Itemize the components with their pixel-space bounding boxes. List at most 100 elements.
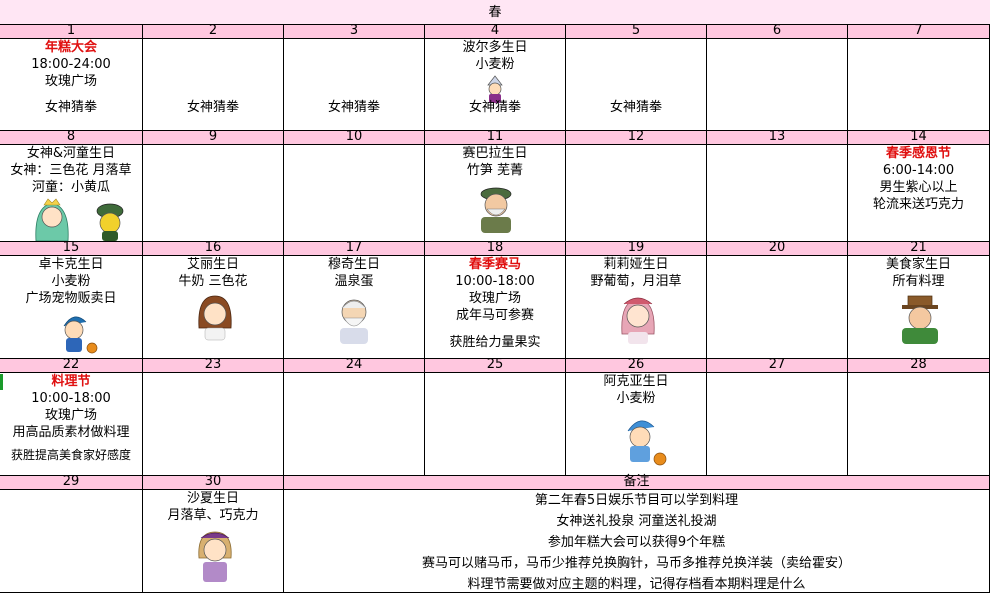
- day-cell-27[interactable]: [707, 373, 848, 476]
- day-number-27: 27: [707, 358, 848, 373]
- akya-avatar: [627, 420, 667, 466]
- event-time: 10:00-18:00: [31, 391, 111, 406]
- day-cell-12[interactable]: [566, 145, 707, 242]
- day-number-5: 5: [566, 24, 707, 39]
- day-number-26: 26: [566, 358, 707, 373]
- event-note: 成年马可参赛: [455, 308, 534, 323]
- event-time: 18:00-24:00: [31, 57, 111, 72]
- festival-title: 料理节: [51, 374, 91, 389]
- day-number-16: 16: [143, 241, 284, 256]
- note-line: 参加年糕大会可以获得9个年糕: [547, 535, 726, 550]
- day-number-21: 21: [848, 241, 990, 256]
- ellie-avatar: [198, 295, 232, 341]
- day-number-25: 25: [425, 358, 566, 373]
- day-cell-6[interactable]: [707, 39, 848, 131]
- gift-label: 小麦粉: [51, 274, 91, 289]
- sebara-avatar: [480, 187, 512, 233]
- day-number-28: 28: [848, 358, 990, 373]
- note-line: 第二年春5日娱乐节目可以学到料理: [534, 493, 739, 508]
- day-number-8: 8: [0, 130, 143, 145]
- gift-label: 小麦粉: [475, 57, 515, 72]
- notes-header: 备注: [284, 475, 990, 490]
- day-cell-29[interactable]: [0, 490, 143, 593]
- day-cell-21[interactable]: 美食家生日 所有料理: [848, 256, 990, 359]
- day-cell-22[interactable]: 料理节 10:00-18:00 玫瑰广场 用高品质素材做料理 获胜提高美食家好感…: [0, 373, 143, 476]
- day-number-6: 6: [707, 24, 848, 39]
- day-cell-2[interactable]: 女神猜拳: [143, 39, 284, 131]
- season-title: 春: [0, 0, 990, 25]
- festival-title: 年糕大会: [44, 40, 97, 55]
- game-label: 女神猜拳: [44, 100, 97, 115]
- day-cell-7[interactable]: [848, 39, 990, 131]
- gourmet-avatar: [902, 295, 938, 344]
- birthday-label: 赛巴拉生日: [462, 146, 528, 161]
- day-cell-5[interactable]: 女神猜拳: [566, 39, 707, 131]
- day-cell-10[interactable]: [284, 145, 425, 242]
- game-label: 女神猜拳: [327, 100, 380, 115]
- day-cell-17[interactable]: 穆奇生日 温泉蛋: [284, 256, 425, 359]
- day-number-29: 29: [0, 475, 143, 490]
- day-cell-14[interactable]: 春季感恩节 6:00-14:00 男生紫心以上 轮流来送巧克力: [848, 145, 990, 242]
- day-cell-25[interactable]: [425, 373, 566, 476]
- gift-label: 河童：小黄瓜: [31, 180, 110, 195]
- day-cell-15[interactable]: 卓卡克生日 小麦粉 广场宠物贩卖日: [0, 256, 143, 359]
- game-label: 女神猜拳: [186, 100, 239, 115]
- day-cell-4[interactable]: 波尔多生日 小麦粉 女神猜拳: [425, 39, 566, 131]
- gift-label: 温泉蛋: [334, 274, 374, 289]
- day-cell-1[interactable]: 年糕大会 18:00-24:00 玫瑰广场 女神猜拳: [0, 39, 143, 131]
- event-reward: 获胜提高美食家好感度: [10, 448, 131, 462]
- day-cell-23[interactable]: [143, 373, 284, 476]
- event-place: 玫瑰广场: [468, 291, 521, 306]
- day-cell-8[interactable]: 女神&河童生日 女神：三色花 月落草 河童：小黄瓜: [0, 145, 143, 242]
- birthday-label: 莉莉娅生日: [603, 257, 669, 272]
- spring-calendar: 春 1 年糕大会 18:00-24:00 玫瑰广场 女神猜拳 2 女神猜拳 3 …: [0, 0, 990, 593]
- day-cell-28[interactable]: [848, 373, 990, 476]
- gift-label: 牛奶 三色花: [178, 274, 248, 289]
- gift-label: 女神：三色花 月落草: [10, 163, 132, 178]
- goddess-avatar: [35, 198, 69, 241]
- mukki-avatar: [340, 299, 368, 344]
- day-number-9: 9: [143, 130, 284, 145]
- event-time: 6:00-14:00: [882, 163, 955, 178]
- day-number-13: 13: [707, 130, 848, 145]
- day-number-22: 22: [0, 358, 143, 373]
- day-cell-9[interactable]: [143, 145, 284, 242]
- gift-label: 小麦粉: [616, 391, 656, 406]
- birthday-label: 沙夏生日: [186, 491, 239, 506]
- event-note: 轮流来送巧克力: [872, 197, 964, 212]
- game-label: 女神猜拳: [468, 100, 521, 115]
- day-cell-3[interactable]: 女神猜拳: [284, 39, 425, 131]
- day-cell-11[interactable]: 赛巴拉生日 竹笋 芜菁: [425, 145, 566, 242]
- game-label: 女神猜拳: [609, 100, 662, 115]
- day-cell-16[interactable]: 艾丽生日 牛奶 三色花: [143, 256, 284, 359]
- day-number-4: 4: [425, 24, 566, 39]
- event-note: 用高品质素材做料理: [12, 425, 130, 440]
- gift-label: 所有料理: [892, 274, 945, 289]
- day-number-19: 19: [566, 241, 707, 256]
- day-number-23: 23: [143, 358, 284, 373]
- day-number-10: 10: [284, 130, 425, 145]
- gift-label: 竹笋 芜菁: [466, 163, 524, 178]
- birthday-label: 女神&河童生日: [26, 146, 116, 161]
- note-line: 女神送礼投泉 河童送礼投湖: [556, 514, 717, 529]
- kappa-avatar: [96, 203, 124, 241]
- event-time: 10:00-18:00: [455, 274, 535, 289]
- gift-label: 月落草、巧克力: [167, 508, 259, 523]
- day-number-2: 2: [143, 24, 284, 39]
- note-line: 料理节需要做对应主题的料理，记得存档看本期料理是什么: [467, 577, 806, 592]
- note-line: 赛马可以赌马币，马币少推荐兑换胸针，马币多推荐兑换洋装（卖给霍安）: [421, 556, 851, 571]
- day-number-7: 7: [848, 24, 990, 39]
- notes-cell[interactable]: 第二年春5日娱乐节目可以学到料理 女神送礼投泉 河童送礼投湖 参加年糕大会可以获…: [284, 490, 990, 593]
- day-cell-19[interactable]: 莉莉娅生日 野葡萄，月泪草: [566, 256, 707, 359]
- day-cell-30[interactable]: 沙夏生日 月落草、巧克力: [143, 490, 284, 593]
- day-cell-24[interactable]: [284, 373, 425, 476]
- day-cell-26[interactable]: 阿克亚生日 小麦粉: [566, 373, 707, 476]
- day-cell-18[interactable]: 春季赛马 10:00-18:00 玫瑰广场 成年马可参赛 获胜给力量果实: [425, 256, 566, 359]
- birthday-label: 卓卡克生日: [38, 257, 104, 272]
- festival-title: 春季感恩节: [885, 146, 951, 161]
- day-number-11: 11: [425, 130, 566, 145]
- day-cell-20[interactable]: [707, 256, 848, 359]
- day-cell-13[interactable]: [707, 145, 848, 242]
- event-place: 玫瑰广场: [44, 74, 97, 89]
- day-number-30: 30: [143, 475, 284, 490]
